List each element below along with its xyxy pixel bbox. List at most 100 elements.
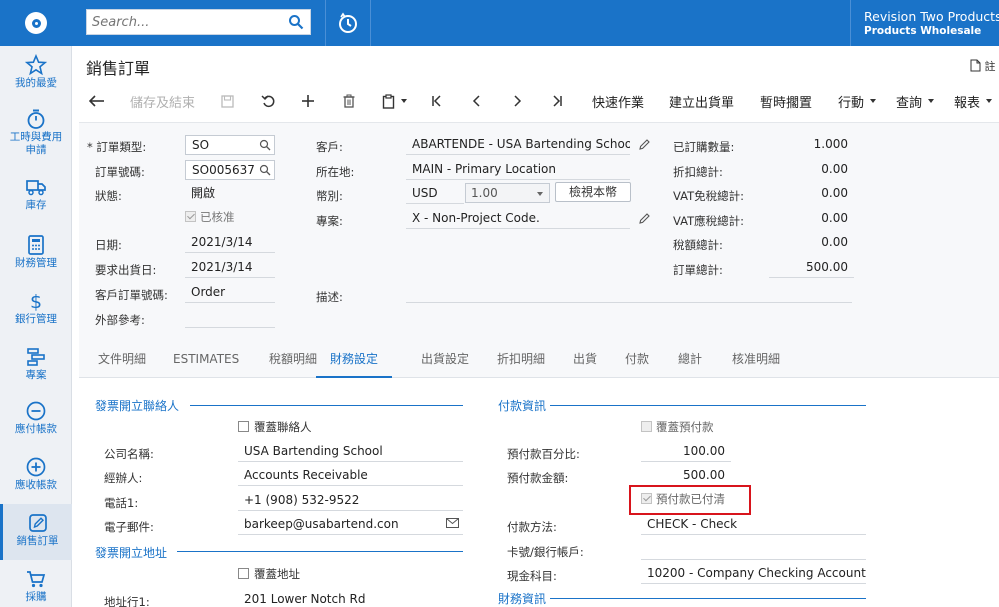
override-prepayment-label: 覆蓋預付款 bbox=[656, 420, 714, 434]
sidebar-item-receivables[interactable]: 應收帳款 bbox=[0, 456, 72, 510]
attention-field[interactable]: Accounts Receivable bbox=[238, 466, 463, 486]
rate-dropdown[interactable]: 1.00 bbox=[465, 183, 550, 203]
truck-icon bbox=[26, 180, 46, 196]
customer-field[interactable]: ABARTENDE - USA Bartending School bbox=[406, 135, 630, 155]
card-account-field[interactable] bbox=[641, 540, 866, 560]
previous-record-button[interactable] bbox=[472, 88, 482, 114]
arrow-left-icon bbox=[89, 95, 104, 107]
history-button[interactable] bbox=[325, 0, 371, 46]
create-shipment-button[interactable]: 建立出貨單 bbox=[669, 88, 734, 114]
description-field[interactable] bbox=[406, 283, 852, 303]
search-input[interactable] bbox=[92, 13, 282, 31]
sidebar-item-inventory[interactable]: 庫存 bbox=[0, 176, 72, 230]
tab-approval-details[interactable]: 核准明細 bbox=[732, 348, 780, 378]
project-icon bbox=[27, 348, 45, 366]
clipboard-menu[interactable] bbox=[382, 88, 407, 114]
approved-checkbox[interactable] bbox=[185, 211, 196, 222]
cart-icon bbox=[27, 571, 46, 588]
save-button[interactable] bbox=[221, 88, 234, 114]
next-record-button[interactable] bbox=[512, 88, 522, 114]
req-date-label: 要求出貨日: bbox=[95, 263, 157, 277]
chevron-down-icon bbox=[537, 192, 543, 196]
sidebar-item-banking[interactable]: $ 銀行管理 bbox=[0, 290, 72, 344]
tab-tax-details[interactable]: 稅額明細 bbox=[269, 348, 317, 378]
inquiries-menu[interactable]: 查詢 bbox=[896, 88, 935, 114]
save-icon bbox=[221, 94, 234, 108]
cash-account-field[interactable]: 10200 - Company Checking Account bbox=[641, 564, 866, 584]
minus-circle-icon bbox=[26, 401, 46, 421]
req-date-field[interactable]: 2021/3/14 bbox=[185, 258, 275, 278]
location-field[interactable]: MAIN - Primary Location bbox=[406, 160, 630, 180]
company-name-label: 公司名稱: bbox=[104, 447, 154, 461]
payment-method-field[interactable]: CHECK - Check bbox=[641, 515, 866, 535]
override-address-checkbox[interactable] bbox=[238, 568, 249, 579]
reports-menu[interactable]: 報表 bbox=[954, 88, 993, 114]
toolbar: 儲存及結束 快速作業 建立出貨單 暫時擱置 行動 查詢 報表 bbox=[80, 88, 999, 114]
date-field[interactable]: 2021/3/14 bbox=[185, 233, 275, 253]
company-selector[interactable]: Revision Two Products Products Wholesale bbox=[850, 0, 999, 46]
override-contact-checkbox[interactable] bbox=[238, 421, 249, 432]
ext-ref-field[interactable] bbox=[185, 308, 275, 328]
tab-estimates[interactable]: ESTIMATES bbox=[173, 348, 239, 378]
tab-financial-settings[interactable]: 財務設定 bbox=[316, 348, 393, 378]
tab-document-details[interactable]: 文件明細 bbox=[98, 348, 146, 378]
actions-menu[interactable]: 行動 bbox=[838, 88, 877, 114]
prepayment-amount-field[interactable]: 500.00 bbox=[641, 466, 731, 486]
order-type-field[interactable]: SO bbox=[185, 135, 275, 155]
sidebar-item-finance[interactable]: 財務管理 bbox=[0, 234, 72, 288]
view-base-currency-button[interactable]: 檢視本幣 bbox=[555, 182, 631, 202]
tab-shipping-settings[interactable]: 出貨設定 bbox=[421, 348, 469, 378]
company-branch: Products Wholesale bbox=[864, 25, 982, 37]
sidebar-label: 銷售訂單 bbox=[16, 535, 59, 547]
pencil-icon[interactable] bbox=[638, 212, 651, 225]
discount-total-label: 折扣總計: bbox=[673, 165, 723, 179]
sidebar-item-favorites[interactable]: 我的最愛 bbox=[0, 54, 72, 108]
currency-field[interactable]: USD bbox=[406, 184, 464, 204]
prepayment-amount-label: 預付款金額: bbox=[507, 471, 569, 485]
notes-button[interactable]: 註 bbox=[970, 58, 996, 74]
logo-icon bbox=[25, 12, 47, 34]
save-close-button[interactable]: 儲存及結束 bbox=[130, 88, 195, 114]
last-icon bbox=[553, 95, 562, 107]
back-button[interactable] bbox=[89, 88, 105, 114]
app-logo[interactable] bbox=[0, 0, 72, 46]
sidebar-item-time-expenses[interactable]: 工時與費用 申請 bbox=[0, 108, 72, 162]
sidebar-item-projects[interactable]: 專案 bbox=[0, 346, 72, 400]
delete-button[interactable] bbox=[343, 88, 355, 114]
sidebar-item-purchases[interactable]: 採購 bbox=[0, 568, 72, 607]
tab-shipments[interactable]: 出貨 bbox=[573, 348, 597, 378]
rate-value: 1.00 bbox=[471, 186, 498, 200]
prepayment-percent-field[interactable]: 100.00 bbox=[641, 442, 731, 462]
add-button[interactable] bbox=[301, 88, 315, 114]
reports-label: 報表 bbox=[954, 95, 981, 111]
undo-button[interactable] bbox=[261, 88, 276, 114]
search-icon[interactable] bbox=[288, 14, 304, 30]
search-icon[interactable] bbox=[259, 164, 271, 176]
chevron-down-icon bbox=[928, 99, 935, 103]
pencil-icon[interactable] bbox=[638, 138, 651, 151]
order-nbr-field[interactable]: SO005637 bbox=[185, 160, 275, 180]
mail-icon[interactable] bbox=[446, 518, 459, 528]
phone-field[interactable]: +1 (908) 532-9522 bbox=[238, 491, 463, 511]
cust-order-field[interactable]: Order bbox=[185, 283, 275, 303]
override-prepayment-checkbox[interactable] bbox=[641, 421, 652, 432]
quick-actions-button[interactable]: 快速作業 bbox=[592, 88, 644, 114]
tab-payments[interactable]: 付款 bbox=[625, 348, 649, 378]
sidebar-label: 應付帳款 bbox=[15, 423, 57, 435]
tab-totals[interactable]: 總計 bbox=[678, 348, 702, 378]
search-icon[interactable] bbox=[259, 139, 271, 151]
sidebar-label: 工時與費用 bbox=[9, 131, 63, 143]
first-record-button[interactable] bbox=[431, 88, 443, 114]
address-line1-field[interactable]: 201 Lower Notch Rd bbox=[238, 590, 463, 607]
email-field[interactable]: barkeep@usabartend.con bbox=[238, 515, 463, 535]
project-field[interactable]: X - Non-Project Code. bbox=[406, 209, 630, 229]
global-search bbox=[86, 9, 311, 35]
payment-method-label: 付款方法: bbox=[507, 520, 557, 534]
sidebar-item-sales-orders[interactable]: 銷售訂單 bbox=[0, 504, 72, 560]
inquiries-label: 查詢 bbox=[896, 95, 923, 111]
last-record-button[interactable] bbox=[551, 88, 563, 114]
hold-button[interactable]: 暫時擱置 bbox=[760, 88, 812, 114]
tab-discount-details[interactable]: 折扣明細 bbox=[497, 348, 545, 378]
company-name-field[interactable]: USA Bartending School bbox=[238, 442, 463, 462]
sidebar-item-payables[interactable]: 應付帳款 bbox=[0, 400, 72, 454]
